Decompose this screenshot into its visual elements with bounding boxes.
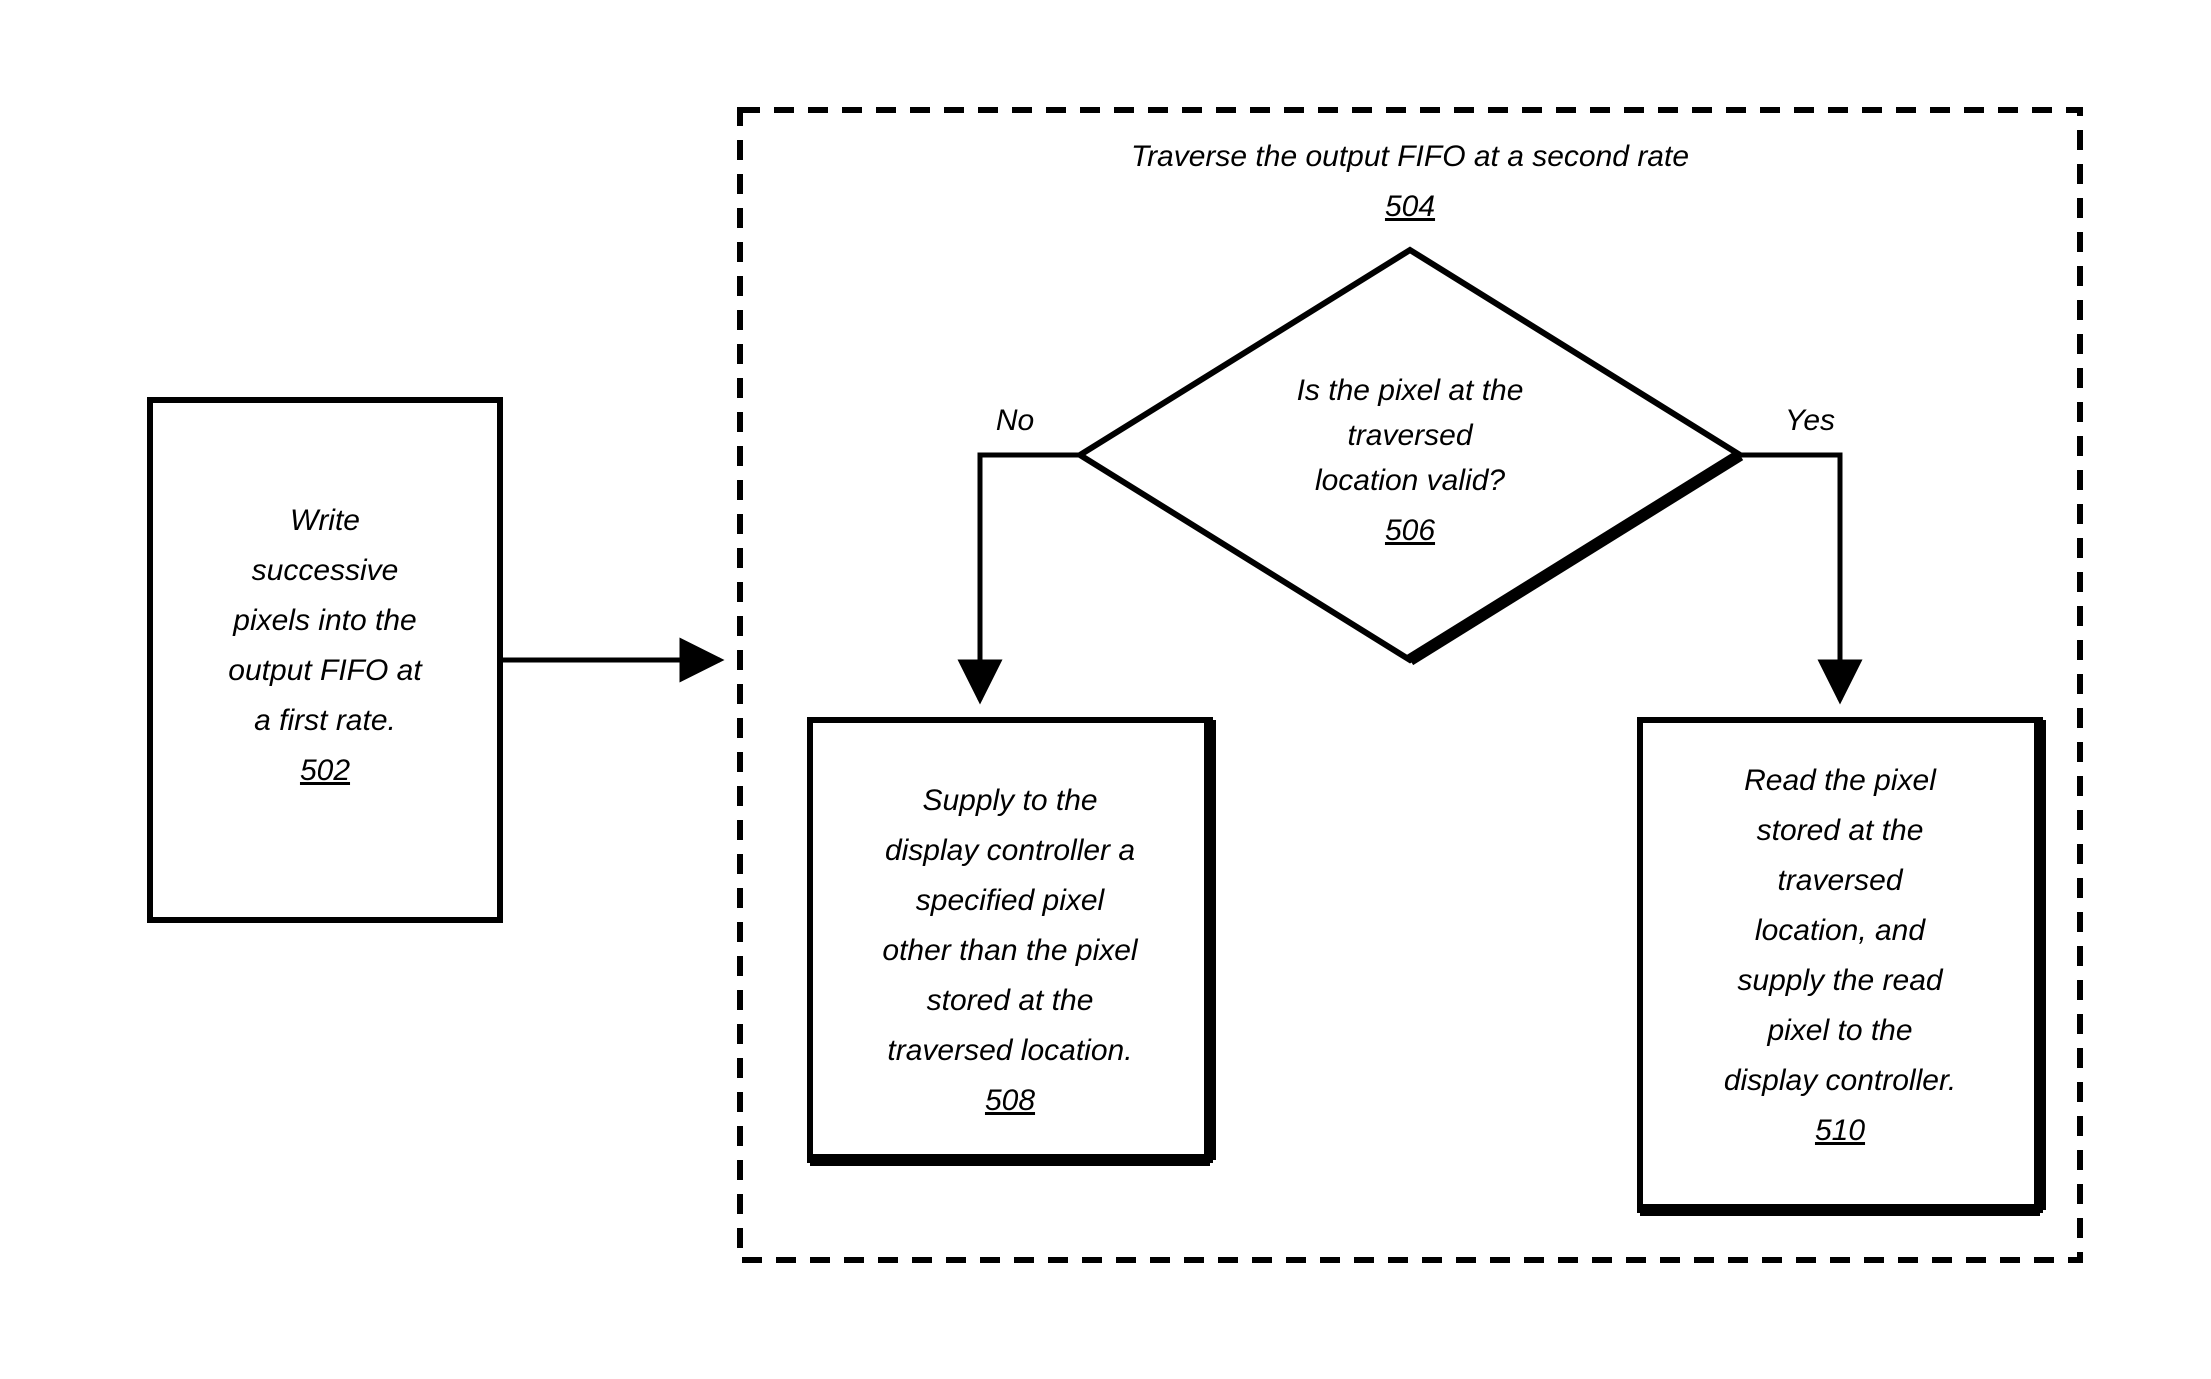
decision506-line2: traversed [1347, 419, 1473, 452]
box510-line5: supply the read [1737, 964, 1943, 997]
box502-line3: pixels into the [232, 604, 416, 637]
box510-line4: location, and [1755, 914, 1926, 947]
decision506-line1: Is the pixel at the [1297, 374, 1524, 407]
box508-line2: display controller a [885, 834, 1135, 867]
box508-line4: other than the pixel [882, 934, 1139, 967]
container504-ref: 504 [1385, 190, 1435, 223]
box508-ref: 508 [985, 1084, 1035, 1117]
label-yes: Yes [1785, 404, 1835, 437]
box502-line4: output FIFO at [228, 654, 423, 687]
box510-line7: display controller. [1724, 1064, 1956, 1097]
box502-line2: successive [252, 554, 399, 587]
edge-no: No [980, 404, 1080, 700]
box510-line3: traversed [1777, 864, 1903, 897]
process-box-508: Supply to the display controller a speci… [810, 720, 1210, 1160]
box510-line6: pixel to the [1766, 1014, 1912, 1047]
box502-line5: a first rate. [254, 704, 396, 737]
process-box-510: Read the pixel stored at the traversed l… [1640, 720, 2040, 1210]
decision506-line3: location valid? [1315, 464, 1505, 497]
box508-line6: traversed location. [887, 1034, 1132, 1067]
box502-ref: 502 [300, 754, 350, 787]
label-no: No [996, 404, 1034, 437]
box508-line5: stored at the [927, 984, 1094, 1017]
box510-line2: stored at the [1757, 814, 1924, 847]
box510-line1: Read the pixel [1744, 764, 1937, 797]
box502-line1: Write [290, 504, 360, 537]
flowchart-diagram: Write successive pixels into the output … [0, 0, 2211, 1379]
box508-line3: specified pixel [916, 884, 1106, 917]
container504-title: Traverse the output FIFO at a second rat… [1131, 140, 1689, 173]
box510-ref: 510 [1815, 1114, 1865, 1147]
decision506-ref: 506 [1385, 514, 1435, 547]
process-box-502: Write successive pixels into the output … [150, 400, 500, 920]
edge-yes: Yes [1740, 404, 1840, 700]
decision-506: Is the pixel at the traversed location v… [1080, 250, 1740, 660]
box508-line1: Supply to the [922, 784, 1097, 817]
